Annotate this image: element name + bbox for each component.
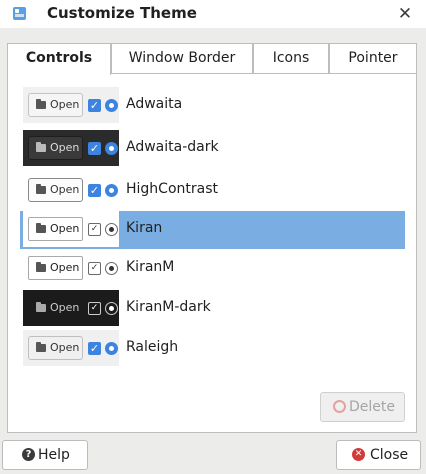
window-title: Customize Theme [47, 4, 197, 22]
theme-row-adwaita-dark[interactable]: Open ✓ Adwaita-dark [23, 130, 405, 168]
close-icon[interactable]: ✕ [396, 5, 414, 23]
tab-pointer[interactable]: Pointer [329, 43, 417, 74]
help-icon: ? [22, 448, 35, 461]
theme-preview: Open ✓ [23, 250, 119, 286]
theme-preview: Open ✓ [23, 211, 119, 247]
theme-name: KiranM-dark [126, 299, 211, 315]
delete-button[interactable]: Delete [320, 392, 405, 422]
theme-row-highcontrast[interactable]: Open ✓ HighContrast [23, 172, 405, 210]
theme-name: Kiran [126, 220, 163, 236]
theme-preview: Open ✓ [23, 87, 119, 123]
folder-icon [36, 262, 46, 272]
radio-icon [105, 223, 118, 236]
theme-name: Adwaita-dark [126, 139, 219, 155]
radio-icon [105, 342, 118, 355]
radio-icon [105, 99, 118, 112]
tab-controls[interactable]: Controls [7, 43, 111, 75]
theme-row-kiran[interactable]: Open ✓ Kiran [20, 211, 405, 249]
theme-name: Adwaita [126, 96, 183, 112]
theme-preview: Open ✓ [23, 172, 119, 208]
preview-open-button: Open [28, 256, 83, 280]
theme-icon [13, 7, 26, 20]
folder-icon [36, 99, 46, 109]
checkbox-icon: ✓ [88, 302, 101, 315]
checkbox-icon: ✓ [88, 223, 101, 236]
checkbox-icon: ✓ [88, 184, 101, 197]
preview-open-button: Open [28, 136, 83, 160]
radio-icon [105, 142, 118, 155]
controls-panel: Open ✓ Adwaita Open ✓ Adwaita-dark Open … [7, 73, 417, 433]
checkbox-icon: ✓ [88, 142, 101, 155]
theme-preview: Open ✓ [23, 290, 119, 326]
tab-icons[interactable]: Icons [253, 43, 329, 74]
folder-icon [36, 342, 46, 352]
radio-icon [105, 184, 118, 197]
preview-open-button: Open [28, 217, 83, 241]
preview-open-button: Open [28, 93, 83, 117]
theme-row-raleigh[interactable]: Open ✓ Raleigh [23, 330, 405, 368]
help-button[interactable]: ? Help [2, 440, 88, 470]
checkbox-icon: ✓ [88, 342, 101, 355]
radio-icon [105, 302, 118, 315]
delete-icon [333, 400, 346, 413]
preview-open-button: Open [28, 178, 83, 202]
help-button-label: Help [38, 447, 70, 463]
close-circle-icon: ✕ [352, 448, 365, 461]
theme-row-kiranm[interactable]: Open ✓ KiranM [23, 250, 405, 288]
theme-name: HighContrast [126, 181, 218, 197]
theme-preview: Open ✓ [23, 330, 119, 366]
close-button[interactable]: ✕ Close [336, 440, 421, 470]
folder-icon [36, 223, 46, 233]
theme-preview: Open ✓ [23, 130, 119, 166]
folder-icon [36, 302, 46, 312]
delete-button-label: Delete [349, 399, 395, 415]
theme-name: KiranM [126, 259, 175, 275]
tab-bar: Controls Window Border Icons Pointer [7, 43, 417, 75]
preview-open-button: Open [28, 296, 83, 320]
tab-window-border[interactable]: Window Border [111, 43, 253, 74]
title-bar: Customize Theme ✕ [0, 0, 426, 28]
theme-name: Raleigh [126, 339, 179, 355]
checkbox-icon: ✓ [88, 262, 101, 275]
theme-row-kiranm-dark[interactable]: Open ✓ KiranM-dark [23, 290, 405, 328]
radio-icon [105, 262, 118, 275]
preview-open-button: Open [28, 336, 83, 360]
checkbox-icon: ✓ [88, 99, 101, 112]
close-button-label: Close [370, 447, 409, 463]
folder-icon [36, 142, 46, 152]
folder-icon [36, 184, 46, 194]
theme-row-adwaita[interactable]: Open ✓ Adwaita [23, 87, 405, 125]
